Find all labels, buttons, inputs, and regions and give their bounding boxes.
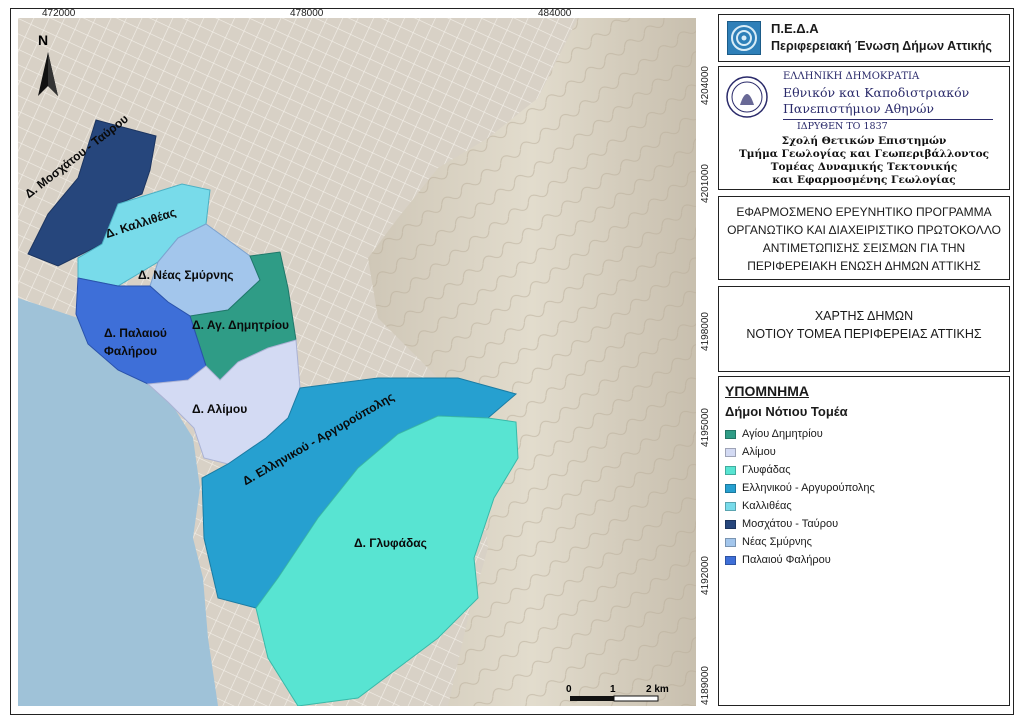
program-panel: ΕΦΑΡΜΟΣΜΕΝΟ ΕΡΕΥΝΗΤΙΚΟ ΠΡΟΓΡΑΜΜΑ ΟΡΓΑΝΩΤ…: [718, 196, 1010, 280]
legend-swatch: [725, 501, 736, 511]
coord-right-6: 4189000: [700, 666, 711, 705]
legend-item: Ελληνικού - Αργυρούπολης: [725, 479, 875, 497]
label-nea-smyrni: Δ. Νέας Σμύρνης: [138, 268, 234, 282]
coord-right-1: 4204000: [700, 66, 711, 105]
university-panel: ΕΛΛΗΝΙΚΗ ΔΗΜΟΚΡΑΤΙΑ Εθνικόν και Καποδιστ…: [718, 66, 1010, 190]
legend-label: Αγίου Δημητρίου: [742, 428, 823, 440]
label-agios-dimitrios: Δ. Αγ. Δημητρίου: [192, 318, 290, 332]
label-alimos: Δ. Αλίμου: [192, 402, 248, 416]
map-title-line-1: ΧΑΡΤΗΣ ΔΗΜΩΝ: [814, 309, 914, 323]
legend-item: Παλαιού Φαλήρου: [725, 551, 875, 569]
legend-swatch: [725, 537, 736, 547]
legend-swatch: [725, 429, 736, 439]
legend-item: Νέας Σμύρνης: [725, 533, 875, 551]
coord-right-4: 4195000: [700, 408, 711, 447]
legend-swatch: [725, 555, 736, 565]
org-title: Π.Ε.Δ.Α: [771, 21, 819, 36]
legend-label: Μοσχάτου - Ταύρου: [742, 518, 839, 530]
legend-subtitle: Δήμοι Νότιου Τομέα: [725, 404, 848, 419]
org-subtitle: Περιφερειακή Ένωση Δήμων Αττικής: [771, 39, 992, 53]
university-founded: ΙΔΡΥΘΕΝ ΤΟ 1837: [797, 121, 888, 132]
program-line-2: ΟΡΓΑΝΩΤΙΚΟ ΚΑΙ ΔΙΑΧΕΙΡΙΣΤΙΚΟ ΠΡΩΤΟΚΟΛΛΟ: [727, 223, 1001, 237]
legend-swatch: [725, 483, 736, 493]
peda-logo-icon: [727, 21, 761, 55]
north-label: N: [38, 32, 49, 48]
legend-item: Μοσχάτου - Ταύρου: [725, 515, 875, 533]
legend-item: Γλυφάδας: [725, 461, 875, 479]
program-line-4: ΠΕΡΙΦΕΡΕΙΑΚΗ ΕΝΩΣΗ ΔΗΜΩΝ ΑΤΤΙΚΗΣ: [747, 259, 981, 273]
university-line-2: Εθνικόν και Καποδιστριακόν: [783, 85, 970, 100]
university-line-1: ΕΛΛΗΝΙΚΗ ΔΗΜΟΚΡΑΤΙΑ: [783, 71, 920, 82]
org-header-panel: Π.Ε.Δ.Α Περιφερειακή Ένωση Δήμων Αττικής: [718, 14, 1010, 62]
dept-line-3: Τομέας Δυναμικής Τεκτονικής: [770, 161, 958, 173]
coord-right-2: 4201000: [700, 164, 711, 203]
label-glyfada: Δ. Γλυφάδας: [354, 536, 427, 550]
coord-right-5: 4192000: [700, 556, 711, 595]
legend-label: Αλίμου: [742, 446, 776, 458]
program-line-1: ΕΦΑΡΜΟΣΜΕΝΟ ΕΡΕΥΝΗΤΙΚΟ ΠΡΟΓΡΑΜΜΑ: [736, 205, 992, 219]
legend-title: ΥΠΟΜΝΗΜΑ: [725, 383, 809, 399]
dept-line-2: Τμήμα Γεωλογίας και Γεωπεριβάλλοντος: [738, 148, 990, 160]
legend-swatch: [725, 465, 736, 475]
dept-line-1: Σχολή Θετικών Επιστημών: [781, 135, 947, 147]
map-title-line-2: ΝΟΤΙΟΥ ΤΟΜΕΑ ΠΕΡΙΦΕΡΕΙΑΣ ΑΤΤΙΚΗΣ: [746, 327, 982, 341]
legend-label: Καλλιθέας: [742, 500, 792, 512]
legend-label: Παλαιού Φαλήρου: [742, 554, 831, 566]
label-palaio-faliro-1: Δ. Παλαιού: [104, 326, 167, 340]
legend-item: Αλίμου: [725, 443, 875, 461]
scale-bar: [570, 695, 659, 702]
legend-item: Καλλιθέας: [725, 497, 875, 515]
program-line-3: ΑΝΤΙΜΕΤΩΠΙΣΗΣ ΣΕΙΣΜΩΝ ΓΙΑ ΤΗΝ: [762, 241, 966, 255]
scale-label-2: 2 km: [646, 684, 669, 695]
map-title-panel: ΧΑΡΤΗΣ ΔΗΜΩΝ ΝΟΤΙΟΥ ΤΟΜΕΑ ΠΕΡΙΦΕΡΕΙΑΣ ΑΤ…: [718, 286, 1010, 372]
legend-label: Γλυφάδας: [742, 464, 791, 476]
scale-label-1: 1: [610, 684, 616, 695]
label-palaio-faliro-2: Φαλήρου: [104, 344, 157, 358]
legend-panel: ΥΠΟΜΝΗΜΑ Δήμοι Νότιου Τομέα Αγίου Δημητρ…: [718, 376, 1010, 706]
legend-item: Αγίου Δημητρίου: [725, 425, 875, 443]
legend-swatch: [725, 519, 736, 529]
university-divider: [783, 119, 993, 120]
map-canvas[interactable]: N Δ. Μοσχάτου - Ταύρου Δ. Καλλιθέας Δ. Ν…: [18, 18, 696, 706]
legend-swatch: [725, 447, 736, 457]
university-seal-icon: [725, 75, 769, 125]
university-line-3: Πανεπιστήμιον Αθηνών: [783, 101, 935, 116]
legend-label: Ελληνικού - Αργυρούπολης: [742, 482, 875, 494]
dept-line-4: και Εφαρμοσμένης Γεωλογίας: [772, 174, 956, 186]
legend-list: Αγίου Δημητρίου Αλίμου Γλυφάδας Ελληνικο…: [725, 425, 875, 569]
legend-label: Νέας Σμύρνης: [742, 536, 812, 548]
coord-right-3: 4198000: [700, 312, 711, 351]
scale-label-0: 0: [566, 684, 572, 695]
